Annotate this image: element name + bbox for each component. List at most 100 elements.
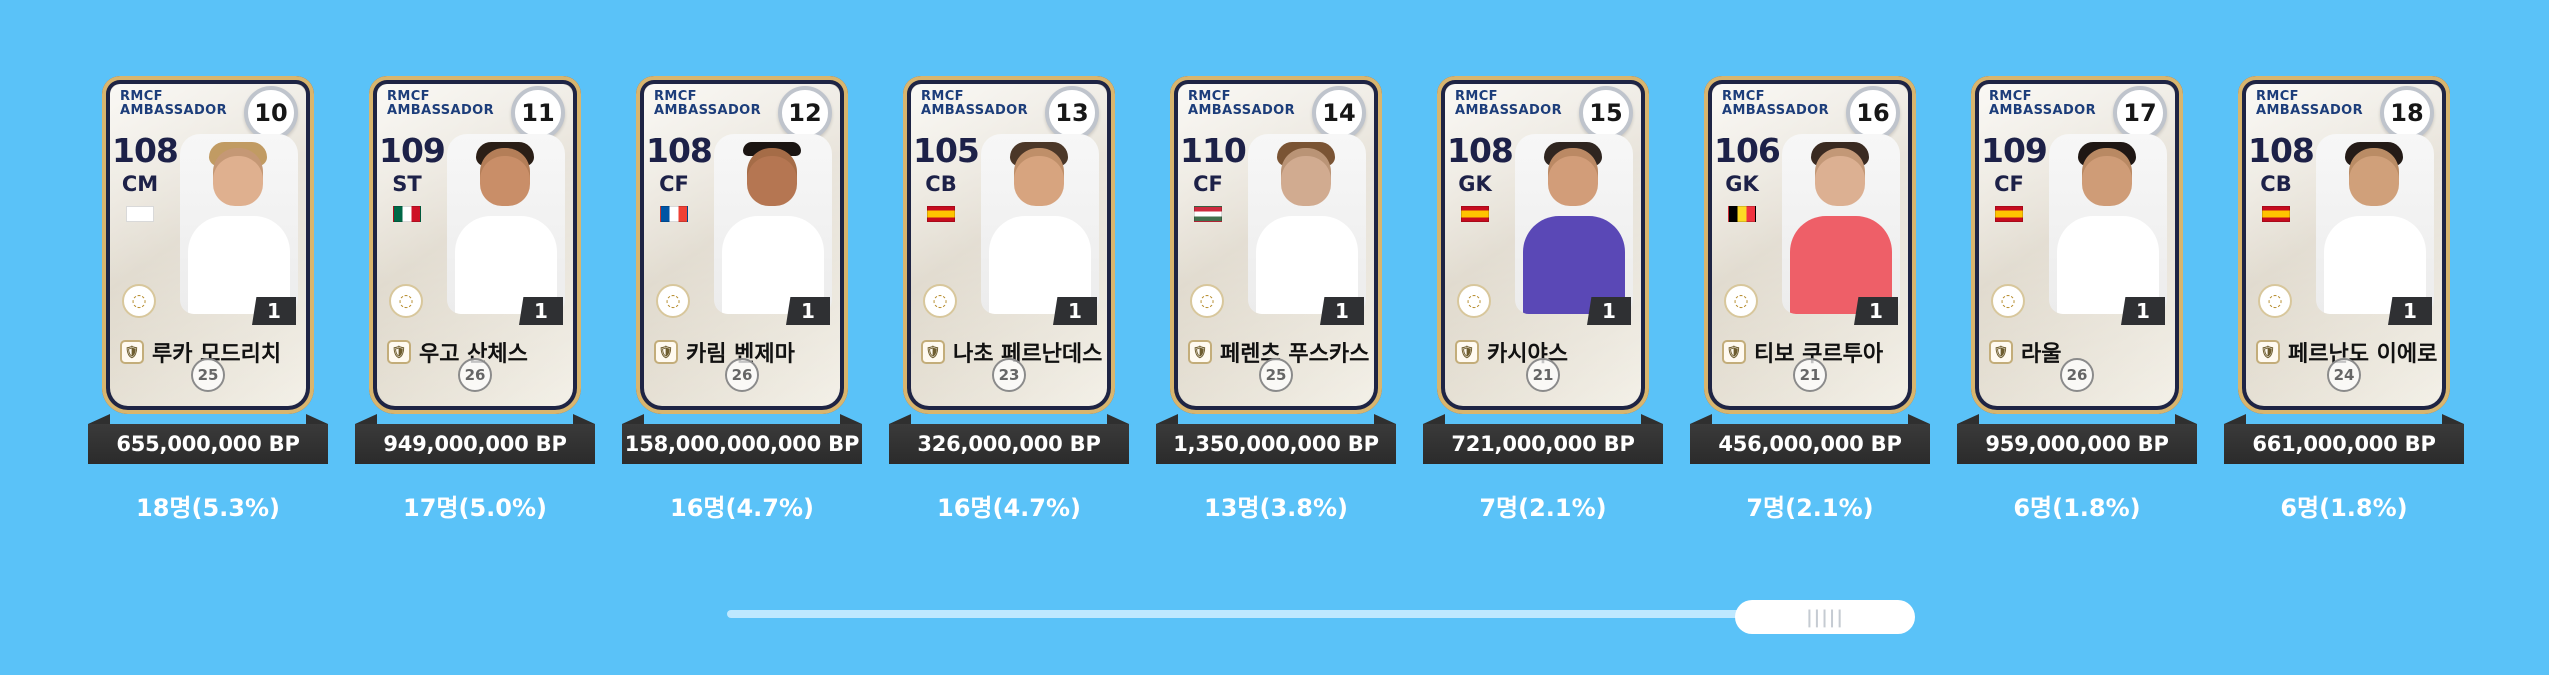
season-icon: 🛡 bbox=[2256, 340, 2280, 364]
season-icon: 🛡 bbox=[1989, 340, 2013, 364]
player-face-image bbox=[2082, 148, 2132, 206]
price-bar: 661,000,000 BP bbox=[2224, 424, 2464, 464]
player-card[interactable]: RMCF AMBASSADOR 12 108 CF ◌ 1 🛡 카림 벤제마 2… bbox=[636, 76, 848, 414]
player-face-image bbox=[747, 148, 797, 206]
player-card[interactable]: RMCF AMBASSADOR 17 109 CF ◌ 1 🛡 라울 26 bbox=[1971, 76, 2183, 414]
country-flag-icon bbox=[1194, 206, 1222, 222]
player-face-image bbox=[480, 148, 530, 206]
scroll-track[interactable] bbox=[727, 610, 1747, 618]
season-icon: 🛡 bbox=[1722, 340, 1746, 364]
player-photo bbox=[1515, 134, 1633, 314]
player-photo bbox=[981, 134, 1099, 314]
card-number-badge: 26 bbox=[2060, 358, 2094, 392]
price-bar: 949,000,000 BP bbox=[355, 424, 595, 464]
ranking-badge: 10 bbox=[244, 86, 298, 140]
player-card-item[interactable]: RMCF AMBASSADOR 10 108 CM ◌ 1 🛡 루카 모드리치 … bbox=[88, 76, 328, 523]
player-card[interactable]: RMCF AMBASSADOR 10 108 CM ◌ 1 🛡 루카 모드리치 … bbox=[102, 76, 314, 414]
overall-rating: 108 bbox=[1447, 131, 1514, 170]
player-stats: 105 CB bbox=[913, 131, 980, 222]
club-crest-icon: ◌ bbox=[1190, 284, 1224, 318]
country-flag-icon bbox=[393, 206, 421, 222]
player-card-item[interactable]: RMCF AMBASSADOR 16 106 GK ◌ 1 🛡 티보 쿠르투아 … bbox=[1690, 76, 1930, 523]
player-position: CF bbox=[1994, 172, 2024, 196]
card-number-badge: 21 bbox=[1793, 358, 1827, 392]
country-flag-icon bbox=[1728, 206, 1756, 222]
club-crest-icon: ◌ bbox=[1457, 284, 1491, 318]
player-card-item[interactable]: RMCF AMBASSADOR 11 109 ST ◌ 1 🛡 우고 산체스 2… bbox=[355, 76, 595, 523]
price-bar: 721,000,000 BP bbox=[1423, 424, 1663, 464]
price-bar: 655,000,000 BP bbox=[88, 424, 328, 464]
player-card[interactable]: RMCF AMBASSADOR 16 106 GK ◌ 1 🛡 티보 쿠르투아 … bbox=[1704, 76, 1916, 414]
club-crest-icon: ◌ bbox=[389, 284, 423, 318]
country-flag-icon bbox=[1995, 206, 2023, 222]
player-card-item[interactable]: RMCF AMBASSADOR 13 105 CB ◌ 1 🛡 나초 페르난데스… bbox=[889, 76, 1129, 523]
player-photo bbox=[1248, 134, 1366, 314]
season-icon: 🛡 bbox=[387, 340, 411, 364]
player-card[interactable]: RMCF AMBASSADOR 14 110 CF ◌ 1 🛡 페렌츠 푸스카스… bbox=[1170, 76, 1382, 414]
tier-badge: 1 bbox=[252, 297, 296, 325]
player-stats: 108 CM bbox=[112, 131, 179, 222]
usage-stat: 18명(5.3%) bbox=[136, 494, 280, 522]
player-stats: 108 CF bbox=[646, 134, 713, 222]
player-card-item[interactable]: RMCF AMBASSADOR 18 108 CB ◌ 1 🛡 페르난도 이에로… bbox=[2224, 76, 2464, 523]
card-number-badge: 24 bbox=[2327, 358, 2361, 392]
country-flag-icon bbox=[2262, 206, 2290, 222]
price-bar: 158,000,000,000 BP bbox=[622, 424, 862, 464]
ranking-badge: 12 bbox=[778, 86, 832, 140]
player-stats: 108 GK bbox=[1447, 131, 1514, 222]
ranking-badge: 17 bbox=[2113, 86, 2167, 140]
player-stats: 106 GK bbox=[1714, 131, 1781, 222]
usage-stat: 13명(3.8%) bbox=[1204, 494, 1348, 522]
player-card-item[interactable]: RMCF AMBASSADOR 12 108 CF ◌ 1 🛡 카림 벤제마 2… bbox=[622, 76, 862, 523]
ranking-badge: 13 bbox=[1045, 86, 1099, 140]
club-crest-icon: ◌ bbox=[1991, 284, 2025, 318]
player-card[interactable]: RMCF AMBASSADOR 18 108 CB ◌ 1 🛡 페르난도 이에로… bbox=[2238, 76, 2450, 414]
tier-badge: 1 bbox=[2121, 297, 2165, 325]
player-card-item[interactable]: RMCF AMBASSADOR 15 108 GK ◌ 1 🛡 카시야스 21 … bbox=[1423, 76, 1663, 523]
overall-rating: 108 bbox=[112, 131, 179, 170]
player-face-image bbox=[1548, 148, 1598, 206]
usage-stat: 16명(4.7%) bbox=[937, 494, 1081, 522]
price-bar: 326,000,000 BP bbox=[889, 424, 1129, 464]
country-flag-icon bbox=[660, 206, 688, 222]
player-stats: 109 ST bbox=[379, 134, 446, 222]
ranking-badge: 16 bbox=[1846, 86, 1900, 140]
tier-badge: 1 bbox=[1320, 297, 1364, 325]
player-card[interactable]: RMCF AMBASSADOR 11 109 ST ◌ 1 🛡 우고 산체스 2… bbox=[369, 76, 581, 414]
player-position: CF bbox=[1193, 172, 1223, 196]
tier-badge: 1 bbox=[786, 297, 830, 325]
ranking-badge: 11 bbox=[511, 86, 565, 140]
player-name: 라울 bbox=[2021, 342, 2062, 367]
player-card[interactable]: RMCF AMBASSADOR 13 105 CB ◌ 1 🛡 나초 페르난데스… bbox=[903, 76, 1115, 414]
season-icon: 🛡 bbox=[120, 340, 144, 364]
usage-stat: 6명(1.8%) bbox=[2280, 494, 2408, 522]
player-card-item[interactable]: RMCF AMBASSADOR 14 110 CF ◌ 1 🛡 페렌츠 푸스카스… bbox=[1156, 76, 1396, 523]
player-photo bbox=[447, 134, 565, 314]
horizontal-scrollbar[interactable]: ||||| bbox=[727, 600, 1915, 640]
player-stats: 108 CB bbox=[2248, 134, 2315, 222]
usage-stat: 7명(2.1%) bbox=[1479, 494, 1607, 522]
player-position: CB bbox=[925, 172, 957, 196]
player-card-item[interactable]: RMCF AMBASSADOR 17 109 CF ◌ 1 🛡 라울 26 95… bbox=[1957, 76, 2197, 523]
player-stats: 110 CF bbox=[1180, 134, 1247, 222]
player-name: 페렌츠 푸스카스 bbox=[1220, 342, 1370, 367]
club-crest-icon: ◌ bbox=[2258, 284, 2292, 318]
player-position: CF bbox=[659, 172, 689, 196]
overall-rating: 106 bbox=[1714, 131, 1781, 170]
price-bar: 1,350,000,000 BP bbox=[1156, 424, 1396, 464]
usage-stat: 16명(4.7%) bbox=[670, 494, 814, 522]
season-icon: 🛡 bbox=[1455, 340, 1479, 364]
usage-stat: 17명(5.0%) bbox=[403, 494, 547, 522]
overall-rating: 105 bbox=[913, 131, 980, 170]
season-icon: 🛡 bbox=[921, 340, 945, 364]
player-card[interactable]: RMCF AMBASSADOR 15 108 GK ◌ 1 🛡 카시야스 21 bbox=[1437, 76, 1649, 414]
club-crest-icon: ◌ bbox=[122, 284, 156, 318]
player-face-image bbox=[2349, 148, 2399, 206]
season-icon: 🛡 bbox=[654, 340, 678, 364]
player-position: GK bbox=[1725, 172, 1759, 196]
scroll-thumb[interactable]: ||||| bbox=[1735, 600, 1915, 634]
club-crest-icon: ◌ bbox=[923, 284, 957, 318]
player-photo bbox=[180, 134, 298, 314]
player-photo bbox=[2316, 134, 2434, 314]
card-number-badge: 21 bbox=[1526, 358, 1560, 392]
